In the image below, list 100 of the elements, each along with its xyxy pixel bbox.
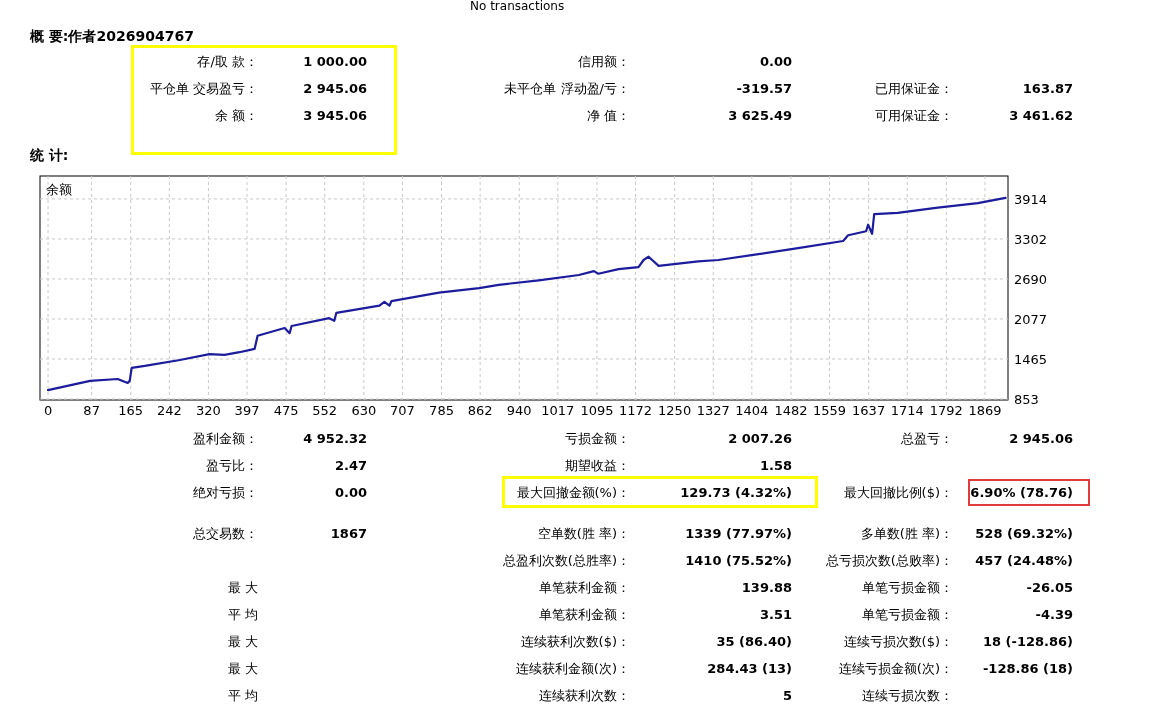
field-label: 单笔获利金额： (538, 605, 631, 624)
field-value: 5 (782, 688, 792, 703)
field-label: 连续亏损金额(次)： (837, 659, 954, 678)
tick-label: 87 (83, 403, 100, 418)
tick-label: 552 (312, 403, 338, 418)
field-value: -26.05 (1026, 580, 1073, 595)
tick-label: 2690 (1014, 271, 1048, 287)
tick-label: 397 (234, 403, 260, 418)
field-label: 余 额： (213, 106, 259, 125)
field-label: 最 大 (226, 632, 259, 651)
field-value: 139.88 (741, 580, 792, 595)
field-label: 存/取 款： (196, 52, 259, 71)
field-label: 平 均 (226, 605, 259, 624)
field-value: 163.87 (1022, 81, 1073, 96)
field-label: 总交易数： (192, 524, 259, 543)
tick-label: 1327 (696, 403, 730, 418)
tick-label: 1559 (813, 403, 847, 418)
field-value: 129.73 (4.32%) (680, 485, 792, 500)
field-label: 信用额： (577, 52, 631, 71)
field-label: 单笔亏损金额： (861, 578, 954, 597)
field-value: -4.39 (1035, 607, 1073, 622)
tick-label: 1482 (774, 403, 808, 418)
tick-label: 853 (1014, 392, 1039, 407)
field-value: 2.47 (334, 458, 367, 473)
field-label: 可用保证金： (874, 106, 954, 125)
field-label: 多单数(胜 率)： (859, 524, 954, 543)
field-label: 连续获利金额(次)： (514, 659, 631, 678)
field-label: 盈利金额： (192, 429, 259, 448)
field-value: 457 (24.48%) (975, 553, 1073, 568)
field-value: 284.43 (13) (707, 661, 792, 676)
field-label: 已用保证金： (874, 79, 954, 98)
field-value: 3 461.62 (1009, 108, 1073, 123)
field-label: 最 大 (226, 578, 259, 597)
field-label: 最大回撤比例($)： (842, 483, 954, 502)
tick-label: 1404 (735, 403, 769, 418)
field-label: 绝对亏损： (192, 483, 259, 502)
field-label: 净 值： (585, 106, 631, 125)
tick-label: 165 (118, 403, 144, 418)
field-value: 6.90% (78.76) (970, 485, 1073, 500)
tick-label: 1095 (580, 403, 614, 418)
field-value: 1 000.00 (303, 54, 367, 69)
tick-label: 940 (506, 403, 532, 418)
field-label: 单笔获利金额： (538, 578, 631, 597)
tick-label: 630 (351, 403, 377, 418)
tick-label: 1869 (968, 403, 1002, 418)
field-value: 2 007.26 (728, 431, 792, 446)
field-label: 最大回撤金额(%)： (515, 483, 631, 502)
field-value: -128.86 (18) (982, 661, 1073, 676)
field-value: 0.00 (759, 54, 792, 69)
field-value: 2 945.06 (1009, 431, 1073, 446)
field-value: 0.00 (334, 485, 367, 500)
section-title: 统 计: (30, 146, 70, 165)
field-label: 空单数(胜 率)： (536, 524, 631, 543)
field-label: 总盈亏： (900, 429, 954, 448)
field-value: -319.57 (736, 81, 792, 96)
field-label: 单笔亏损金额： (861, 605, 954, 624)
field-value: 1867 (330, 526, 367, 541)
tick-label: 3302 (1014, 231, 1048, 247)
chart-title: 余额 (46, 182, 72, 197)
tick-label: 707 (390, 403, 415, 418)
field-value: 3 625.49 (728, 108, 792, 123)
field-label: 盈亏比： (205, 456, 259, 475)
field-value: 3 945.06 (303, 108, 367, 123)
field-label: 平仓单 交易盈亏： (148, 79, 259, 98)
field-label: 平 均 (226, 686, 259, 705)
tick-label: 1714 (890, 403, 924, 418)
tick-label: 475 (273, 403, 299, 418)
field-label: 亏损金额： (564, 429, 631, 448)
tick-label: 242 (156, 403, 182, 418)
tick-label: 1017 (541, 403, 575, 418)
tick-label: 785 (429, 403, 454, 418)
field-label: 未平仓单 浮动盈/亏： (503, 79, 631, 98)
tick-label: 3914 (1014, 191, 1048, 207)
field-value: 18 (-128.86) (982, 634, 1073, 649)
tick-label: 1465 (1014, 352, 1048, 367)
field-value: 3.51 (759, 607, 792, 622)
tick-label: 1250 (658, 403, 692, 418)
field-label: 连续亏损次数($)： (842, 632, 954, 651)
tick-label: 2077 (1014, 312, 1048, 327)
status-text: No transactions (470, 0, 566, 14)
tick-label: 1637 (852, 403, 886, 418)
field-label: 总亏损次数(总败率)： (824, 551, 954, 570)
tick-label: 1792 (929, 403, 963, 418)
field-label: 连续亏损次数： (861, 686, 954, 705)
field-value: 1339 (77.97%) (685, 526, 792, 541)
field-label: 最 大 (226, 659, 259, 678)
field-label: 连续获利次数($)： (519, 632, 631, 651)
field-value: 1.58 (759, 458, 792, 473)
tick-label: 862 (467, 403, 493, 418)
field-label: 连续获利次数： (538, 686, 631, 705)
section-title: 概 要:作者2026904767 (30, 27, 195, 46)
field-value: 35 (86.40) (716, 634, 792, 649)
field-value: 4 952.32 (303, 431, 367, 446)
field-label: 总盈利次数(总胜率)： (501, 551, 631, 570)
field-label: 期望收益： (564, 456, 631, 475)
tick-label: 1172 (619, 403, 653, 418)
field-value: 1410 (75.52%) (685, 553, 792, 568)
tick-label: 320 (196, 403, 221, 418)
tick-label: 0 (43, 403, 53, 418)
field-value: 528 (69.32%) (975, 526, 1073, 541)
